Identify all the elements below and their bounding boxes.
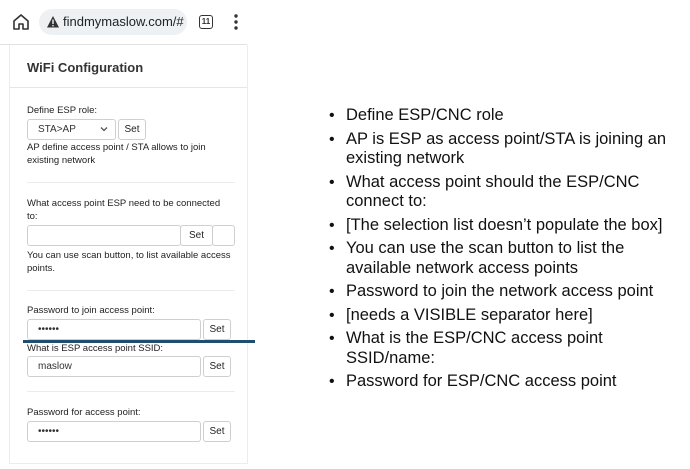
access-point-set-button[interactable]: Set — [180, 225, 213, 246]
esp-password-input[interactable]: •••••• — [27, 421, 201, 442]
title-divider — [10, 87, 247, 88]
menu-icon[interactable] — [234, 13, 238, 31]
page-body: WiFi Configuration Define ESP role: STA>… — [9, 45, 248, 464]
wifi-config-card: WiFi Configuration Define ESP role: STA>… — [9, 45, 248, 464]
esp-password-set-button[interactable]: Set — [203, 421, 231, 442]
esp-role-value: STA>AP — [38, 124, 76, 135]
url-text: findmymaslow.com/# — [63, 14, 184, 29]
esp-role-label: Define ESP role: — [27, 105, 98, 116]
esp-role-help: AP define access point / STA allows to j… — [27, 142, 206, 166]
note-item: [The selection list doesn’t populate the… — [328, 216, 688, 236]
home-icon[interactable] — [12, 13, 30, 31]
esp-ssid-input[interactable]: maslow — [27, 356, 201, 377]
access-point-input[interactable] — [27, 225, 181, 246]
scan-button[interactable] — [212, 225, 235, 246]
browser-toolbar: findmymaslow.com/# 11 — [0, 0, 247, 45]
note-item: AP is ESP as access point/STA is joining… — [328, 130, 688, 169]
tab-count: 11 — [201, 17, 211, 26]
tabs-icon[interactable]: 11 — [199, 15, 213, 29]
annotation-notes: Define ESP/CNC role AP is ESP as access … — [328, 106, 688, 396]
ap-password-set-button[interactable]: Set — [203, 319, 231, 340]
note-item: What is the ESP/CNC access point SSID/na… — [328, 329, 688, 368]
note-item: [needs a VISIBLE separator here] — [328, 306, 688, 326]
note-item: Password for ESP/CNC access point — [328, 372, 688, 392]
note-item: Password to join the network access poin… — [328, 282, 688, 302]
access-point-label: What access point ESP need to be connect… — [27, 198, 221, 222]
page-title: WiFi Configuration — [27, 60, 144, 75]
access-point-help: You can use scan button, to list availab… — [27, 250, 231, 274]
esp-role-select[interactable]: STA>AP — [27, 119, 116, 140]
esp-ssid-label: What is ESP access point SSID: — [27, 343, 164, 354]
phone-screenshot: findmymaslow.com/# 11 WiFi Configuration… — [0, 0, 248, 469]
section-divider — [27, 290, 235, 291]
note-item: What access point should the ESP/CNC con… — [328, 173, 688, 212]
section-divider — [27, 391, 235, 392]
esp-role-set-button[interactable]: Set — [118, 119, 146, 140]
ap-password-input[interactable]: •••••• — [27, 319, 201, 340]
ap-password-label: Password to join access point: — [27, 305, 155, 316]
section-divider — [27, 182, 235, 183]
warning-icon[interactable] — [46, 15, 60, 29]
chevron-down-icon — [100, 127, 108, 132]
esp-ssid-set-button[interactable]: Set — [203, 356, 231, 377]
esp-password-label: Password for access point: — [27, 407, 141, 418]
annotation-separator-line — [23, 340, 255, 343]
note-item: Define ESP/CNC role — [328, 106, 688, 126]
address-bar[interactable]: findmymaslow.com/# — [39, 9, 187, 35]
note-item: You can use the scan button to list the … — [328, 239, 688, 278]
